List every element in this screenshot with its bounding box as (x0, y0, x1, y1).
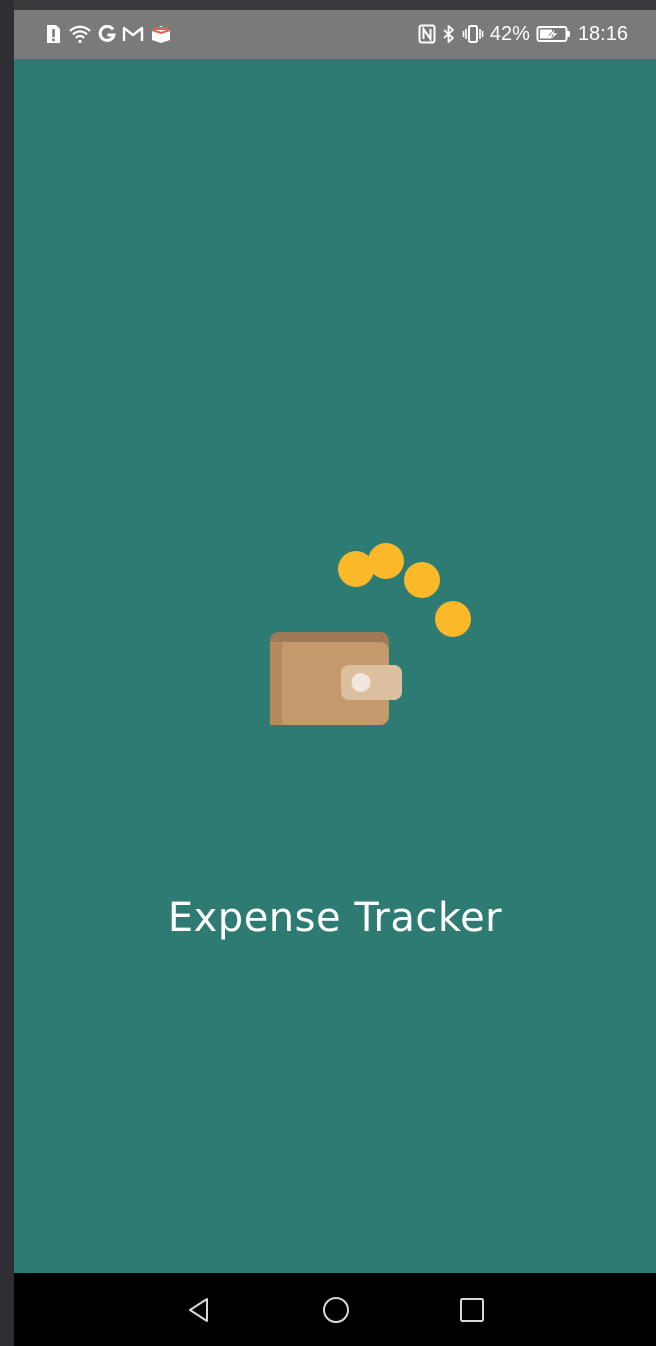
coin-icon (368, 543, 404, 579)
nfc-icon (418, 24, 436, 44)
wallet-with-coins-icon (270, 543, 471, 725)
app-title: Expense Tracker (167, 895, 503, 941)
vibrate-icon (462, 24, 484, 44)
home-icon (323, 1297, 349, 1323)
status-left-icons (44, 22, 172, 46)
status-right-icons: 42% 18:16 (418, 20, 628, 48)
left-edge (0, 0, 14, 1346)
status-bar: 42% 18:16 (14, 10, 656, 59)
status-time: 18:16 (577, 22, 628, 45)
gmail-icon (122, 25, 144, 43)
back-icon (189, 1298, 208, 1322)
recents-icon (460, 1298, 484, 1322)
coin-icon (404, 562, 440, 598)
device-frame: 42% 18:16 Expense Tracker (0, 0, 656, 1346)
navigation-bar (14, 1273, 656, 1346)
home-button[interactable] (319, 1293, 353, 1327)
battery-percent: 42% (489, 22, 530, 45)
recents-button[interactable] (455, 1293, 489, 1327)
wifi-icon (68, 24, 92, 44)
back-button[interactable] (182, 1293, 216, 1327)
bluetooth-icon (442, 24, 456, 44)
top-edge (0, 0, 656, 10)
splash-screen: Expense Tracker (14, 59, 656, 1273)
alert-icon (44, 24, 62, 44)
coin-icon (435, 601, 471, 637)
calendar-icon (150, 24, 172, 44)
google-icon (98, 25, 116, 43)
battery-charging-icon (536, 24, 572, 44)
